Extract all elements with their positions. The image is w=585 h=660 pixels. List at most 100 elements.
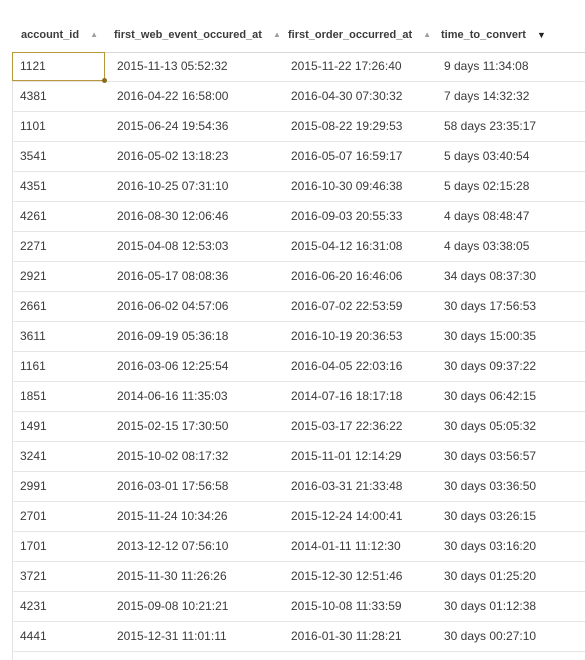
table-row[interactable]: 3541 2016-05-02 13:18:23 2016-05-07 16:59:… [12,142,585,172]
sort-ascending-icon[interactable]: ▲ [273,30,281,39]
cell-first-web-event[interactable]: 2015-02-15 17:30:50 [117,412,228,441]
table-row[interactable]: 1701 2013-12-12 07:56:10 2014-01-11 11:12:… [12,532,585,562]
table-row[interactable]: 1161 2016-03-06 12:25:54 2016-04-05 22:03:… [12,352,585,382]
cell-first-order[interactable]: 2014-07-16 18:17:18 [291,382,402,411]
cell-first-order[interactable]: 2016-01-30 11:28:21 [291,622,402,651]
cell-first-order[interactable]: 2016-10-30 09:46:38 [291,172,402,201]
cell-time-to-convert[interactable]: 30 days 03:36:50 [444,472,536,501]
cell-first-order[interactable]: 2016-07-02 22:53:59 [291,292,402,321]
cell-time-to-convert[interactable]: 5 days 02:15:28 [444,172,529,201]
cell-first-web-event[interactable]: 2016-03-01 17:56:58 [117,472,228,501]
cell-first-web-event[interactable]: 2015-12-31 11:01:11 [117,622,227,651]
cell-first-order[interactable]: 2016-04-05 22:03:16 [291,352,402,381]
cell-time-to-convert[interactable]: 9 days 11:34:08 [444,52,529,81]
cell-first-web-event[interactable]: 2016-05-17 08:08:36 [117,262,228,291]
cell-first-web-event[interactable]: 2016-06-02 04:57:06 [117,292,228,321]
cell-first-order[interactable]: 2016-05-07 16:59:17 [291,142,402,171]
cell-time-to-convert[interactable]: 30 days 03:16:20 [444,532,536,561]
sort-ascending-icon[interactable]: ▲ [423,30,431,39]
table-row[interactable]: 1491 2015-02-15 17:30:50 2015-03-17 22:36:… [12,412,585,442]
table-row[interactable]: 3721 2015-11-30 11:26:26 2015-12-30 12:51:… [12,562,585,592]
cell-first-order[interactable]: 2015-11-22 17:26:40 [291,52,402,81]
cell-first-order[interactable]: 2015-12-24 14:00:41 [291,502,402,531]
table-row[interactable]: 4441 2015-12-31 11:01:11 2016-01-30 11:28:… [12,622,585,652]
table-row[interactable]: 4261 2016-08-30 12:06:46 2016-09-03 20:55:… [12,202,585,232]
table-row[interactable]: 2701 2015-11-24 10:34:26 2015-12-24 14:00:… [12,502,585,532]
cell-account-id[interactable]: 3611 [20,322,46,351]
cell-account-id[interactable]: 1161 [20,352,46,381]
table-row[interactable]: 2661 2016-06-02 04:57:06 2016-07-02 22:53:… [12,292,585,322]
cell-first-web-event[interactable]: 2015-10-02 08:17:32 [117,442,228,471]
table-row[interactable]: 3611 2016-09-19 05:36:18 2016-10-19 20:36:… [12,322,585,352]
cell-first-web-event[interactable]: 2016-05-02 13:18:23 [117,142,228,171]
cell-account-id[interactable]: 4441 [20,622,47,651]
cell-time-to-convert[interactable]: 30 days 15:00:35 [444,322,536,351]
cell-time-to-convert[interactable]: 30 days 05:05:32 [444,412,536,441]
cell-time-to-convert[interactable]: 5 days 03:40:54 [444,142,529,171]
cell-account-id[interactable]: 2991 [20,472,47,501]
cell-first-web-event[interactable]: 2015-09-08 10:21:21 [117,592,228,621]
table-row[interactable]: 4351 2016-10-25 07:31:10 2016-10-30 09:46:… [12,172,585,202]
table-row[interactable]: 1851 2014-06-16 11:35:03 2014-07-16 18:17:… [12,382,585,412]
cell-account-id[interactable]: 4351 [20,172,47,201]
column-header-first-web-event[interactable]: first_web_event_occured_at ▲ [114,17,281,52]
cell-time-to-convert[interactable]: 7 days 14:32:32 [444,82,529,111]
cell-account-id[interactable]: 2271 [20,232,47,261]
cell-time-to-convert[interactable]: 30 days 09:37:22 [444,352,536,381]
cell-first-web-event[interactable]: 2013-12-12 07:56:10 [117,532,228,561]
cell-account-id[interactable]: 3541 [20,142,47,171]
column-header-first-order[interactable]: first_order_occurred_at ▲ [288,17,431,52]
cell-first-web-event[interactable]: 2016-04-22 16:58:00 [117,82,228,111]
cell-first-order[interactable]: 2016-10-19 20:36:53 [291,322,402,351]
cell-time-to-convert[interactable]: 30 days 01:25:20 [444,562,536,591]
table-row[interactable]: 3241 2015-10-02 08:17:32 2015-11-01 12:14:… [12,442,585,472]
cell-first-web-event[interactable]: 2015-11-24 10:34:26 [117,502,228,531]
cell-time-to-convert[interactable]: 4 days 08:48:47 [444,202,529,231]
cell-first-order[interactable]: 2015-10-08 11:33:59 [291,592,402,621]
column-header-account-id[interactable]: account_id ▲ [21,17,98,52]
cell-time-to-convert[interactable]: 30 days 17:56:53 [444,292,536,321]
cell-account-id[interactable]: 4381 [20,82,47,111]
table-row[interactable]: 1101 2015-06-24 19:54:36 2015-08-22 19:29:… [12,112,585,142]
cell-first-web-event[interactable]: 2015-04-08 12:53:03 [117,232,228,261]
cell-first-order[interactable]: 2015-04-12 16:31:08 [291,232,402,261]
cell-first-web-event[interactable]: 2015-11-30 11:26:26 [117,562,227,591]
cell-account-id[interactable]: 1701 [20,532,47,561]
table-row[interactable]: 4381 2016-04-22 16:58:00 2016-04-30 07:30:… [12,82,585,112]
cell-time-to-convert[interactable]: 30 days 00:27:10 [444,622,536,651]
table-row[interactable]: 1121 2015-11-13 05:52:32 2015-11-22 17:26:… [12,52,585,83]
column-header-time-to-convert[interactable]: time_to_convert ▼ [441,17,546,52]
cell-first-order[interactable]: 2016-06-20 16:46:06 [291,262,402,291]
cell-account-id[interactable]: 2661 [20,292,47,321]
cell-account-id[interactable]: 1101 [20,112,46,141]
cell-first-web-event[interactable]: 2016-10-25 07:31:10 [117,172,228,201]
cell-account-id[interactable]: 1121 [20,52,46,81]
cell-account-id[interactable]: 1491 [20,412,47,441]
cell-account-id[interactable]: 3241 [20,442,47,471]
cell-account-id[interactable]: 3721 [20,562,47,591]
cell-first-order[interactable]: 2014-01-11 11:12:30 [291,532,401,561]
cell-first-order[interactable]: 2016-09-03 20:55:33 [291,202,402,231]
cell-first-web-event[interactable]: 2016-03-06 12:25:54 [117,352,228,381]
cell-account-id[interactable]: 1851 [20,382,47,411]
cell-first-order[interactable]: 2015-11-01 12:14:29 [291,442,402,471]
cell-first-order[interactable]: 2016-03-31 21:33:48 [291,472,402,501]
cell-time-to-convert[interactable]: 30 days 03:56:57 [444,442,536,471]
cell-account-id[interactable]: 2701 [20,502,47,531]
sort-ascending-icon[interactable]: ▲ [90,30,98,39]
cell-account-id[interactable]: 4261 [20,202,47,231]
table-row[interactable]: 2271 2015-04-08 12:53:03 2015-04-12 16:31:… [12,232,585,262]
cell-account-id[interactable]: 4231 [20,592,47,621]
cell-time-to-convert[interactable]: 30 days 03:26:15 [444,502,536,531]
table-row[interactable]: 4231 2015-09-08 10:21:21 2015-10-08 11:33:… [12,592,585,622]
cell-time-to-convert[interactable]: 34 days 08:37:30 [444,262,536,291]
cell-first-web-event[interactable]: 2016-08-30 12:06:46 [117,202,228,231]
table-row[interactable]: 2921 2016-05-17 08:08:36 2016-06-20 16:46:… [12,262,585,292]
cell-time-to-convert[interactable]: 4 days 03:38:05 [444,232,529,261]
sort-descending-icon[interactable]: ▼ [537,30,546,40]
cell-time-to-convert[interactable]: 58 days 23:35:17 [444,112,536,141]
cell-first-order[interactable]: 2015-12-30 12:51:46 [291,562,402,591]
cell-time-to-convert[interactable]: 30 days 06:42:15 [444,382,536,411]
cell-first-web-event[interactable]: 2014-06-16 11:35:03 [117,382,228,411]
cell-time-to-convert[interactable]: 30 days 01:12:38 [444,592,536,621]
